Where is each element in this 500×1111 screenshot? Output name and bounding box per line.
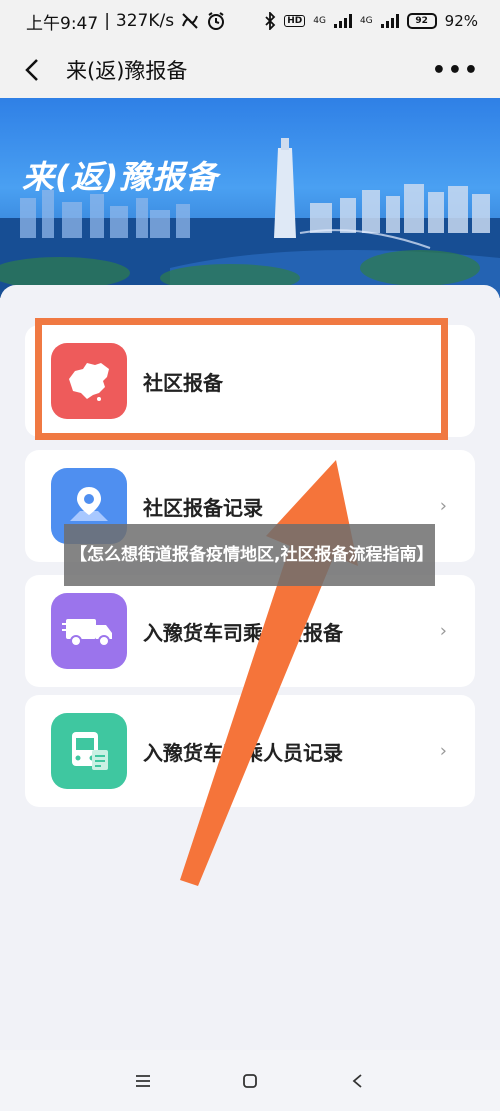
menu-icon — [136, 1074, 151, 1087]
menu-button[interactable] — [123, 1061, 163, 1101]
network-label-2: 4G — [359, 15, 373, 26]
signal-icon-1 — [333, 14, 352, 28]
home-icon — [243, 1073, 257, 1088]
page-title: 来(返)豫报备 — [66, 59, 188, 83]
back-triangle-icon — [352, 1073, 362, 1088]
hd-badge: HD — [284, 15, 306, 27]
card-label: 入豫货车司乘人员记录 — [143, 740, 343, 765]
network-label-1: 4G — [313, 15, 326, 26]
nfc-off-icon — [182, 13, 199, 29]
home-button[interactable] — [230, 1061, 270, 1101]
chevron-left-icon — [25, 59, 38, 81]
system-nav-bar — [0, 1050, 500, 1111]
back-button[interactable] — [20, 58, 44, 82]
status-speed: 327K/s — [115, 11, 175, 31]
signal-icon-2 — [380, 14, 399, 28]
banner-title: 来(返)豫报备 — [22, 158, 219, 196]
nav-bar: 来(返)豫报备 ••• — [0, 42, 500, 98]
battery-icon: 92 — [406, 13, 437, 29]
card-label: 社区报备记录 — [143, 495, 263, 520]
system-back-button[interactable] — [337, 1061, 377, 1101]
banner: 来(返)豫报备 — [0, 98, 500, 298]
status-right: HD 4G 4G 92 92% — [264, 12, 478, 30]
city-skyline-illustration — [0, 138, 500, 298]
bus-icon — [51, 713, 127, 789]
highlight-box — [35, 318, 448, 440]
card-truck-driver-records[interactable]: 入豫货车司乘人员记录 › — [25, 695, 475, 807]
alarm-icon — [208, 12, 225, 30]
chevron-right-icon: › — [439, 620, 447, 642]
status-time: 上午9:47 — [26, 13, 99, 34]
caption-text: 【怎么想街道报备疫情地区,社区报备流程指南】 — [70, 545, 434, 565]
battery-percent: 92% — [444, 12, 478, 30]
card-label: 入豫货车司乘人员报备 — [143, 620, 343, 645]
truck-icon — [51, 593, 127, 669]
bluetooth-icon — [265, 12, 276, 30]
chevron-right-icon: › — [439, 740, 447, 762]
status-left: 上午9:47 | 327K/s — [26, 9, 226, 34]
caption-overlay: 【怎么想街道报备疫情地区,社区报备流程指南】 — [64, 524, 435, 586]
chevron-right-icon: › — [439, 495, 447, 517]
status-bar: 上午9:47 | 327K/s HD 4G 4G 92 92% — [0, 0, 500, 42]
status-separator: | — [104, 11, 110, 31]
card-truck-driver-report[interactable]: 入豫货车司乘人员报备 › — [25, 575, 475, 687]
more-button[interactable]: ••• — [432, 58, 480, 83]
